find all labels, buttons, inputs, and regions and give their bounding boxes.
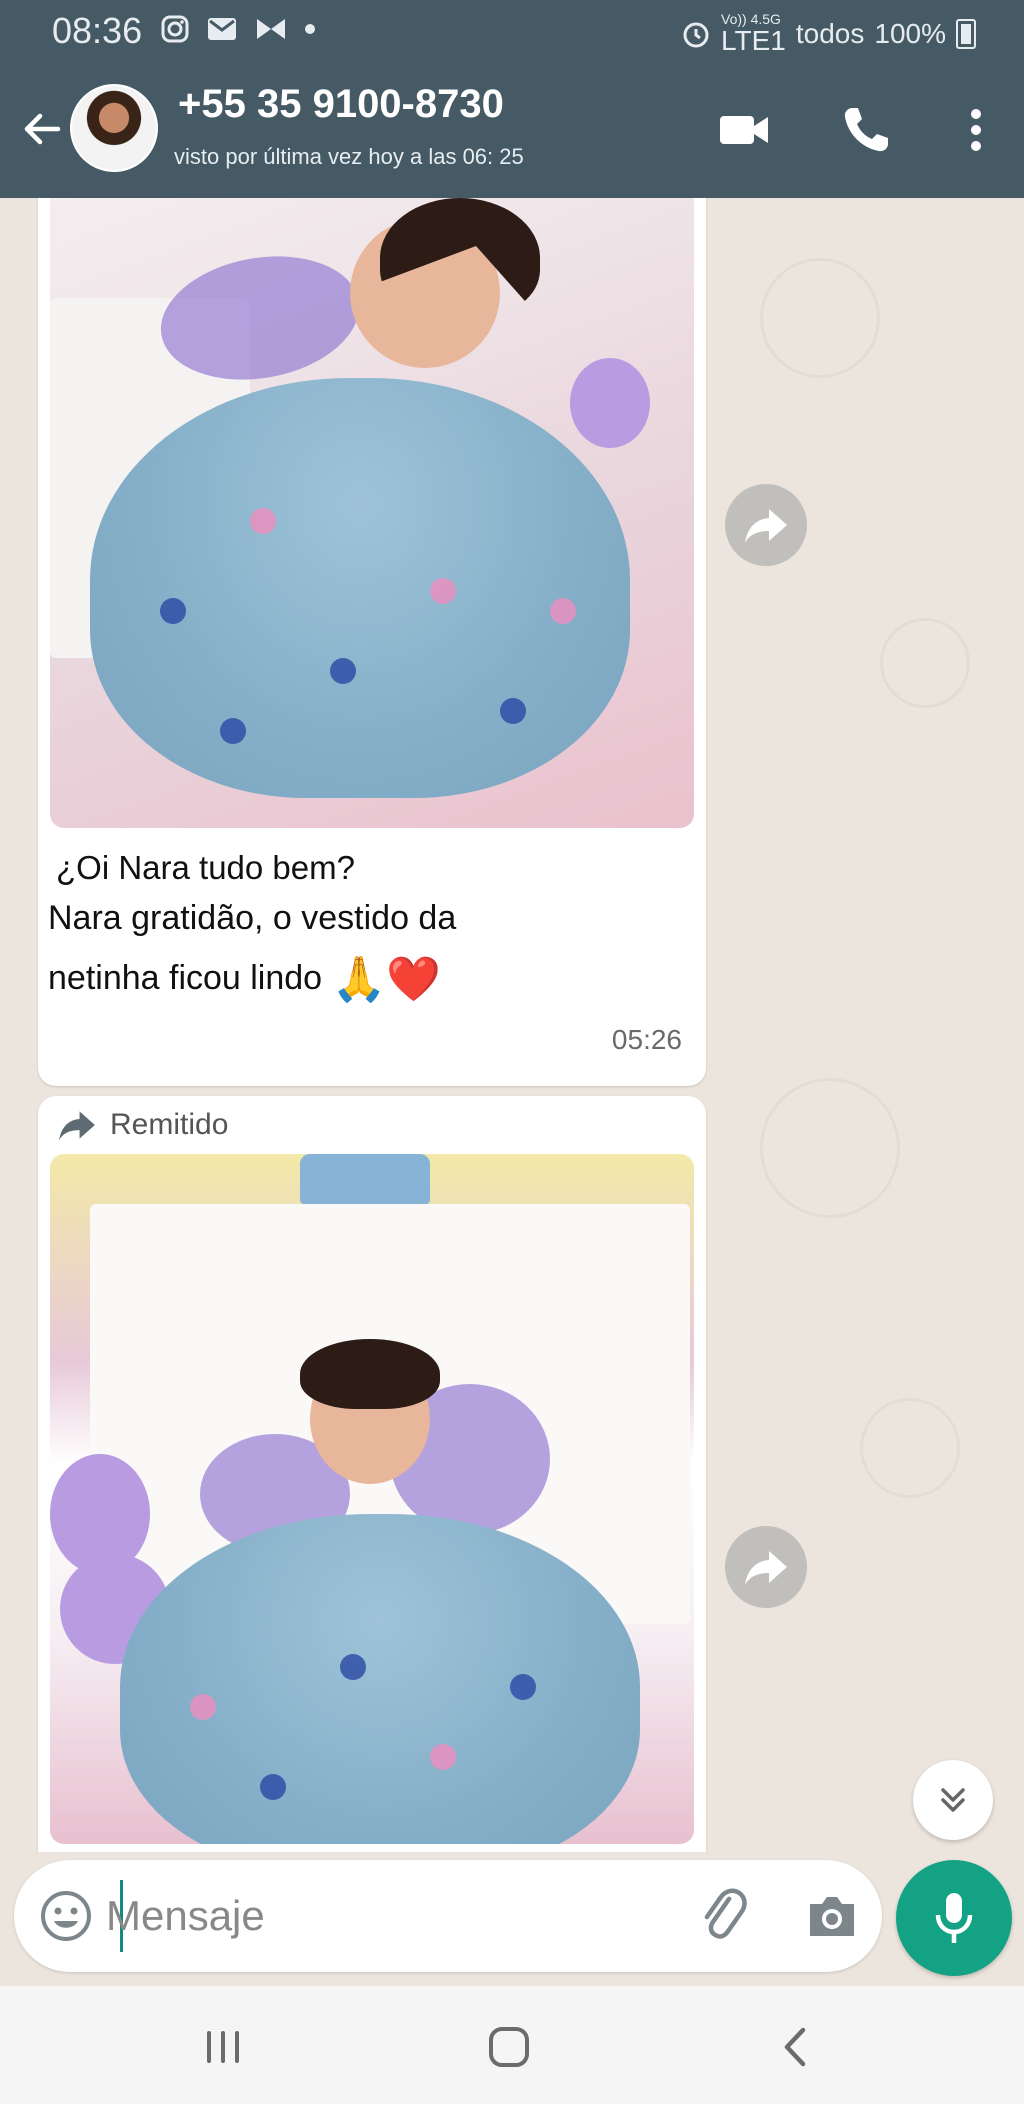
status-right: Vo)) 4.5G LTE1 todos 100% [681,12,976,55]
composer-bar [0,1852,1024,1986]
nav-recents-button[interactable] [188,2012,258,2082]
chat-area[interactable]: ¿Oi Nara tudo bem? Nara gratidão, o vest… [0,198,1024,1852]
photo-hair [300,1339,440,1409]
share-arrow-icon [745,509,787,543]
wallpaper-doodle [880,618,970,708]
notification-icons [160,14,316,44]
photo-flower [430,1744,456,1770]
photo-flower [260,1774,286,1800]
photo-flower [500,698,526,724]
emoji-pray-heart: 🙏❤️ [331,955,442,1005]
carrier-label: todos [795,17,865,49]
system-nav-bar [0,1986,1024,2104]
butterfly-icon [257,19,285,39]
voice-call-icon[interactable] [838,102,894,158]
photo-flower [340,1654,366,1680]
photo-dress [90,378,630,798]
last-seen-status: visto por última vez hoy a las 06: 25 [174,144,524,169]
wallpaper-doodle [760,1078,900,1218]
status-time: 08:36 [52,10,143,51]
message-photo[interactable] [50,1154,694,1844]
back-arrow-icon[interactable] [18,104,68,154]
photo-flower [510,1674,536,1700]
battery-icon [956,18,976,49]
recents-icon [207,2031,239,2063]
wallpaper-doodle [860,1398,960,1498]
nav-home-button[interactable] [474,2012,544,2082]
photo-flower [550,598,576,624]
message-input-container[interactable] [14,1860,882,1972]
nav-back-button[interactable] [760,2012,830,2082]
message-caption-line: netinha ficou lindo 🙏❤️ [48,948,456,1010]
photo-dress [120,1514,640,1844]
double-chevron-down-icon [941,1788,965,1812]
photo-balloon [570,358,650,448]
message-bubble[interactable]: Remitido [38,1096,706,1852]
alarm-icon [683,22,709,47]
chat-header: +55 35 9100-8730 visto por última vez ho… [0,62,1024,198]
more-options-icon[interactable] [948,102,1004,158]
gmail-icon [208,18,236,40]
photo-flower [330,658,356,684]
scroll-to-bottom-button[interactable] [913,1760,993,1840]
wallpaper-doodle [760,258,880,378]
contact-name[interactable]: +55 35 9100-8730 [178,82,504,127]
avatar[interactable] [70,84,158,172]
photo-flower [250,508,276,534]
message-photo[interactable] [50,198,694,828]
home-icon [489,2027,529,2067]
forwarded-icon [59,1111,95,1141]
share-arrow-icon [745,1551,787,1585]
video-call-icon[interactable] [716,102,772,158]
dot-icon [305,24,315,34]
battery-percent: 100% [874,17,946,49]
message-time: 05:26 [611,1024,682,1055]
message-input[interactable] [106,1886,666,1946]
forward-button[interactable] [725,1526,807,1608]
paperclip-icon[interactable] [694,1886,754,1946]
photo-cake [300,1154,430,1204]
message-bubble[interactable]: ¿Oi Nara tudo bem? Nara gratidão, o vest… [38,198,706,1086]
forwarded-text: Remitido [110,1108,229,1141]
photo-flower [430,578,456,604]
emoji-icon[interactable] [38,1888,94,1944]
instagram-icon [161,15,189,43]
forward-button[interactable] [725,484,807,566]
back-chevron-icon [784,2027,806,2067]
camera-icon[interactable] [802,1886,862,1946]
network-indicator: Vo)) 4.5G LTE1 [721,12,786,55]
photo-flower [160,598,186,624]
status-bar: 08:36 Vo)) 4.5G LTE1 todos 100% [0,0,1024,62]
forwarded-label: Remitido [56,1108,228,1142]
message-caption-line: Nara gratidão, o vestido da [48,899,457,937]
microphone-icon [935,1893,973,1943]
photo-flower [190,1694,216,1720]
message-caption-text: netinha ficou lindo [48,959,323,997]
message-caption: Nara gratidão, o vestido da netinha fico… [48,888,456,1010]
network-lte: LTE1 [721,25,786,56]
voice-record-button[interactable] [896,1860,1012,1976]
photo-flower [220,718,246,744]
